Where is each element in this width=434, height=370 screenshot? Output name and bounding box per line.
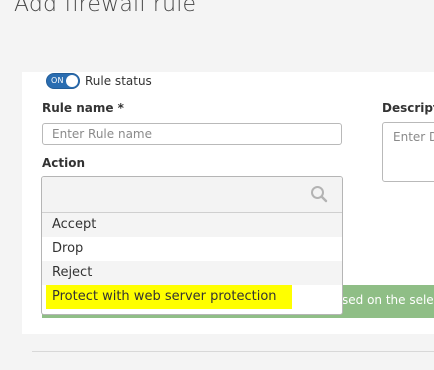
description-label: Descriptio — [382, 101, 434, 115]
toggle-state-text: ON — [51, 76, 64, 85]
rule-status-label: Rule status — [85, 74, 152, 88]
action-option-protect-web-server[interactable]: Protect with web server protection — [46, 285, 292, 309]
divider — [32, 351, 434, 352]
description-textarea[interactable]: Enter D — [382, 122, 434, 182]
search-icon — [310, 185, 328, 203]
rule-name-input[interactable] — [42, 123, 342, 145]
rule-name-label: Rule name * — [42, 101, 124, 115]
page-title: Add firewall rule — [14, 0, 197, 17]
action-dropdown[interactable]: Accept Drop Reject Protect with web serv… — [41, 176, 343, 315]
action-option-drop[interactable]: Drop — [42, 237, 342, 261]
action-option-reject[interactable]: Reject — [42, 261, 342, 285]
rule-status-toggle[interactable]: ON — [46, 73, 80, 89]
info-banner-text: sed on the selec — [342, 293, 434, 307]
action-option-accept[interactable]: Accept — [42, 213, 342, 237]
toggle-knob — [66, 75, 78, 87]
action-label: Action — [42, 156, 86, 170]
dropdown-search-input[interactable] — [42, 177, 342, 213]
description-placeholder: Enter D — [393, 130, 434, 144]
